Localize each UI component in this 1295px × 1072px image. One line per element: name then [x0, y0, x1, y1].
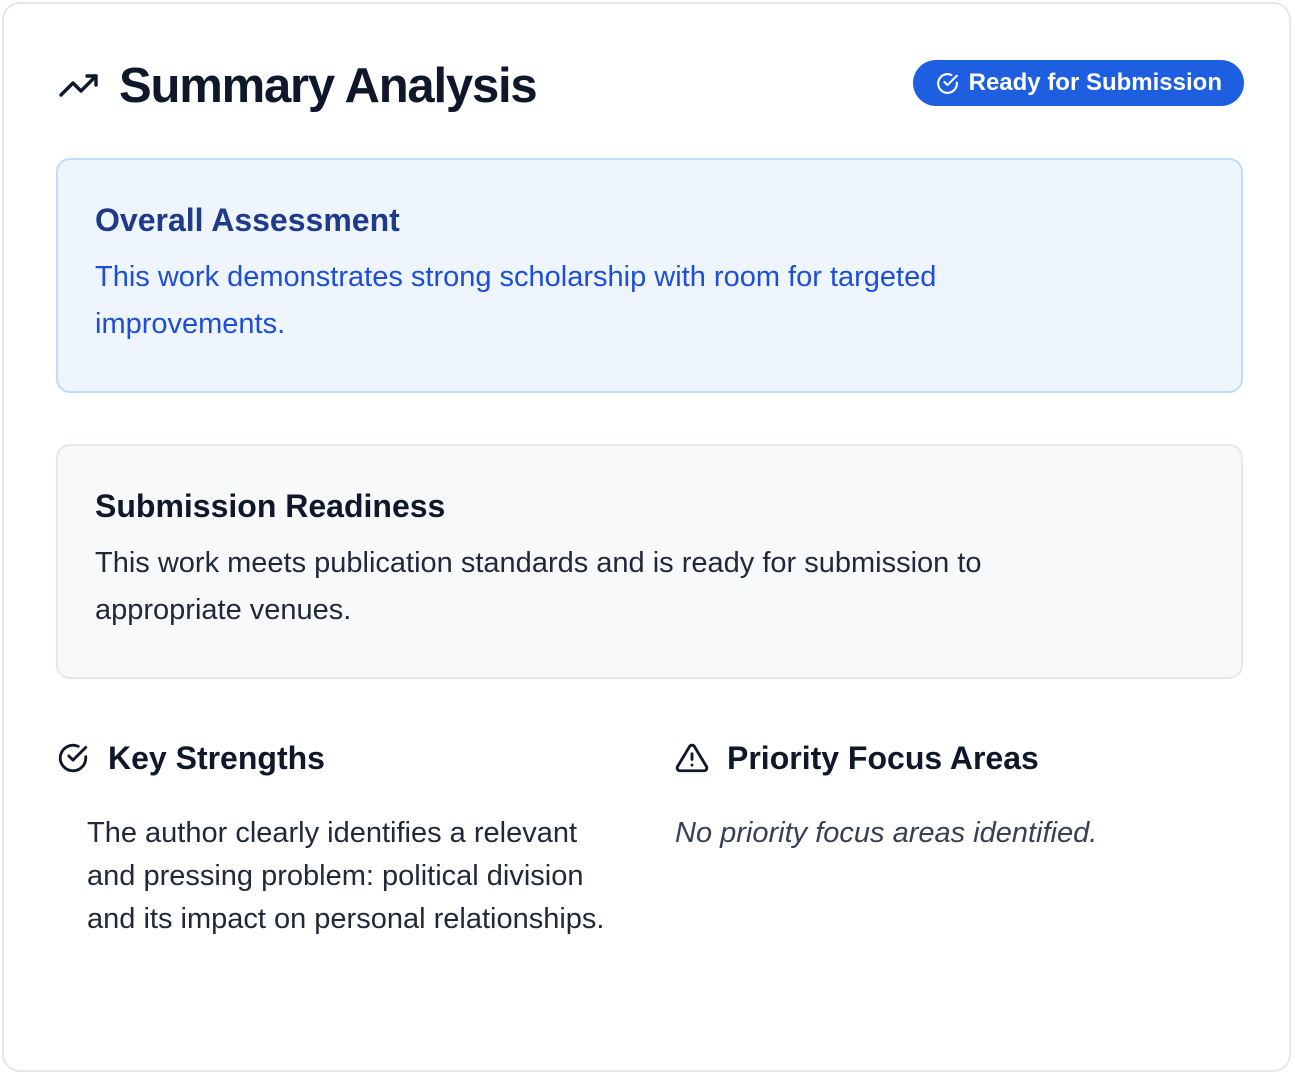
- priority-focus-title: Priority Focus Areas: [727, 739, 1039, 776]
- trending-up-icon: [59, 74, 98, 97]
- key-strengths-header: Key Strengths: [56, 735, 626, 781]
- ready-status-badge: Ready for Submission: [912, 60, 1244, 106]
- submission-readiness-text: This work meets publication standards an…: [95, 547, 982, 626]
- submission-readiness-title: Submission Readiness: [95, 488, 446, 524]
- summary-analysis-card: Summary Analysis Ready for Submission Ov…: [2, 2, 1291, 1072]
- check-circle-icon: [936, 72, 958, 94]
- warning-triangle-icon: [675, 743, 709, 773]
- page-title: Summary Analysis: [119, 59, 538, 113]
- priority-empty-text: No priority focus areas identified.: [675, 817, 1098, 849]
- priority-focus-header: Priority Focus Areas: [675, 735, 1245, 781]
- overall-assessment-panel: Overall Assessment This work demonstrate…: [56, 158, 1243, 393]
- key-strengths-title: Key Strengths: [108, 739, 325, 776]
- header: Summary Analysis Ready for Submission: [58, 56, 1244, 118]
- overall-assessment-text: This work demonstrates strong scholarshi…: [95, 261, 937, 340]
- overall-assessment-title: Overall Assessment: [95, 202, 400, 238]
- list-item: The author clearly identifies a relevant…: [87, 817, 605, 935]
- priority-focus-section: Priority Focus Areas No priority focus a…: [675, 735, 1245, 855]
- strengths-list: The author clearly identifies a relevant…: [87, 812, 626, 941]
- check-circle-icon: [58, 743, 88, 773]
- badge-label: Ready for Submission: [968, 69, 1222, 96]
- submission-readiness-panel: Submission Readiness This work meets pub…: [56, 444, 1243, 679]
- key-strengths-section: Key Strengths The author clearly identif…: [56, 735, 626, 941]
